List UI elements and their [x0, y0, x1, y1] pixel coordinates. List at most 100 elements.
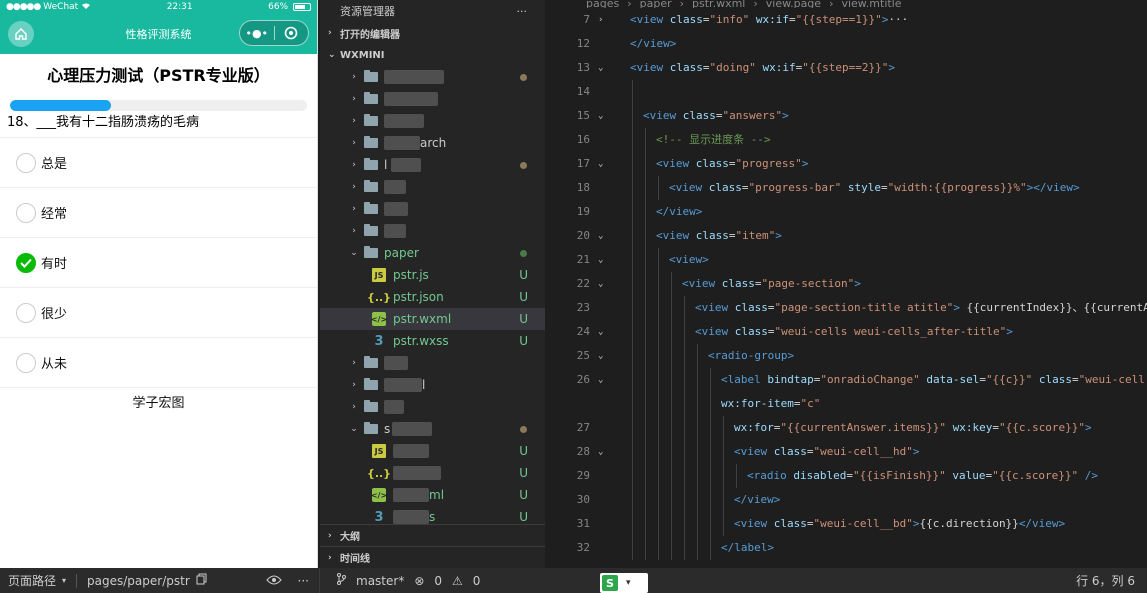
code-line[interactable]: 13 ⌄ <view class="doing" wx:if="{{step==2}…: [546, 56, 1147, 80]
fold-icon[interactable]: ⌄: [598, 440, 603, 464]
timeline-section[interactable]: › 时间线: [320, 546, 545, 568]
fold-icon[interactable]: ⌄: [598, 152, 603, 176]
tree-folder[interactable]: ›: [320, 352, 545, 374]
tree-folder[interactable]: ›: [320, 110, 545, 132]
tree-folder[interactable]: ›: [320, 396, 545, 418]
code-line[interactable]: wx:for-item="c": [546, 392, 1147, 416]
fold-icon[interactable]: ⌄: [598, 368, 603, 392]
error-count[interactable]: 0: [434, 574, 442, 588]
tree-folder[interactable]: ›: [320, 88, 545, 110]
tree-file[interactable]: {..} U: [320, 462, 545, 484]
eye-icon[interactable]: [265, 574, 282, 588]
code-line[interactable]: 19 </view>: [546, 200, 1147, 224]
ime-indicator[interactable]: S ▾: [600, 573, 648, 593]
code-line[interactable]: 27 wx:for="{{currentAnswer.items}}" wx:ke…: [546, 416, 1147, 440]
outline-section[interactable]: › 大纲: [320, 524, 545, 546]
tree-folder[interactable]: ›: [320, 176, 545, 198]
fold-icon[interactable]: ⌄: [598, 104, 603, 128]
breadcrumb-item[interactable]: pstr.wxml: [692, 0, 745, 8]
tree-file[interactable]: </> ml U: [320, 484, 545, 506]
open-editors-label: 打开的编辑器: [340, 29, 400, 41]
code-line[interactable]: 25 ⌄ <radio-group>: [546, 344, 1147, 368]
radio-icon[interactable]: [16, 302, 36, 323]
code-line[interactable]: 24 ⌄ <view class="weui-cells weui-cells_af…: [546, 320, 1147, 344]
option-item[interactable]: 总是: [0, 138, 317, 188]
blurred-name: [384, 400, 404, 414]
more-actions-icon[interactable]: ···: [298, 574, 309, 588]
fold-icon[interactable]: ⌄: [598, 56, 603, 80]
tree-folder[interactable]: ›: [320, 220, 545, 242]
option-item[interactable]: 从未: [0, 338, 317, 388]
project-section[interactable]: ⌄ WXMINI: [320, 44, 545, 66]
breadcrumb-item[interactable]: pages: [586, 0, 619, 8]
open-editors-section[interactable]: › 打开的编辑器: [320, 22, 545, 44]
chevron-down-icon[interactable]: ▾: [62, 576, 66, 585]
code-line[interactable]: 21 ⌄ <view>: [546, 248, 1147, 272]
more-dots-icon[interactable]: •●•: [240, 21, 274, 45]
option-item[interactable]: 很少: [0, 288, 317, 338]
tree-folder[interactable]: ⌄ s: [320, 418, 545, 440]
code-line[interactable]: 32 </label>: [546, 536, 1147, 560]
page-path-label[interactable]: 页面路径: [8, 572, 56, 589]
home-icon[interactable]: [8, 21, 34, 47]
tree-file[interactable]: JS U: [320, 440, 545, 462]
radio-icon[interactable]: [16, 152, 36, 173]
code-line[interactable]: 20 ⌄ <view class="item">: [546, 224, 1147, 248]
code-line[interactable]: 26 ⌄ <label bindtap="onradioChange" data-s…: [546, 368, 1147, 392]
code-line[interactable]: 18 <view class="progress-bar" style="widt…: [546, 176, 1147, 200]
wxss-file-icon: 3: [374, 333, 384, 349]
error-icon[interactable]: ⊗: [414, 574, 424, 588]
tree-folder[interactable]: › arch: [320, 132, 545, 154]
code-line[interactable]: 16 <!-- 显示进度条 -->: [546, 128, 1147, 152]
code-line[interactable]: 31 <view class="weui-cell__bd">{{c.direct…: [546, 512, 1147, 536]
more-actions-icon[interactable]: ···: [517, 5, 528, 18]
radio-checked-icon[interactable]: [16, 252, 36, 273]
tree-file-js[interactable]: JS pstr.js U: [320, 264, 545, 286]
copy-icon[interactable]: [196, 573, 207, 588]
cursor-position[interactable]: 行 6，列 6: [1076, 572, 1135, 589]
tree-folder[interactable]: ›: [320, 66, 545, 88]
close-circle-icon[interactable]: [275, 21, 309, 45]
fold-icon[interactable]: ›: [598, 8, 603, 32]
json-file-icon: {..}: [366, 466, 392, 480]
status-bar: 页面路径 ▾ pages/paper/pstr ··· master* ⊗ 0 …: [0, 568, 1147, 593]
folder-open-icon: [364, 422, 378, 434]
code-line[interactable]: 22 ⌄ <view class="page-section">: [546, 272, 1147, 296]
fold-icon[interactable]: ⌄: [598, 344, 603, 368]
code-line[interactable]: 15 ⌄ <view class="answers">: [546, 104, 1147, 128]
fold-icon[interactable]: ⌄: [598, 248, 603, 272]
tree-folder[interactable]: › l: [320, 374, 545, 396]
option-item[interactable]: 经常: [0, 188, 317, 238]
fold-icon[interactable]: ⌄: [598, 224, 603, 248]
breadcrumb-item[interactable]: view.mtitle: [841, 0, 901, 8]
option-item[interactable]: 有时: [0, 238, 317, 288]
code-line[interactable]: 7 › <view class="info" wx:if="{{step==1}}"…: [546, 8, 1147, 32]
breadcrumb-item[interactable]: view.page: [766, 0, 821, 8]
code-line[interactable]: 17 ⌄ <view class="progress">: [546, 152, 1147, 176]
folder-icon: [364, 158, 378, 170]
code-editor[interactable]: pages › paper › pstr.wxml › view.page › …: [546, 0, 1147, 568]
tree-folder[interactable]: › l: [320, 154, 545, 176]
tree-folder[interactable]: ›: [320, 198, 545, 220]
code-line[interactable]: 14: [546, 80, 1147, 104]
code-line[interactable]: 30 </view>: [546, 488, 1147, 512]
warning-count[interactable]: 0: [473, 574, 481, 588]
tree-file-wxss[interactable]: 3 pstr.wxss U: [320, 330, 545, 352]
fold-icon[interactable]: ⌄: [598, 272, 603, 296]
code-line[interactable]: 12 </view>: [546, 32, 1147, 56]
warning-icon[interactable]: ⚠: [452, 574, 463, 588]
git-branch-icon[interactable]: [336, 573, 346, 588]
git-branch[interactable]: master*: [356, 574, 404, 588]
chevron-right-icon: ›: [352, 380, 356, 390]
code-line[interactable]: 23 <view class="page-section-title atitle…: [546, 296, 1147, 320]
tree-file-json[interactable]: {..} pstr.json U: [320, 286, 545, 308]
radio-icon[interactable]: [16, 202, 36, 223]
tree-file-wxml[interactable]: </> pstr.wxml U: [320, 308, 545, 330]
fold-icon[interactable]: ⌄: [598, 320, 603, 344]
code-line[interactable]: 29 <radio disabled="{{isFinish}}" value="…: [546, 464, 1147, 488]
breadcrumb-item[interactable]: paper: [640, 0, 672, 8]
breadcrumb-sep: ›: [753, 0, 758, 8]
radio-icon[interactable]: [16, 352, 36, 373]
tree-folder-paper[interactable]: ⌄ paper: [320, 242, 545, 264]
code-line[interactable]: 28 ⌄ <view class="weui-cell__hd">: [546, 440, 1147, 464]
